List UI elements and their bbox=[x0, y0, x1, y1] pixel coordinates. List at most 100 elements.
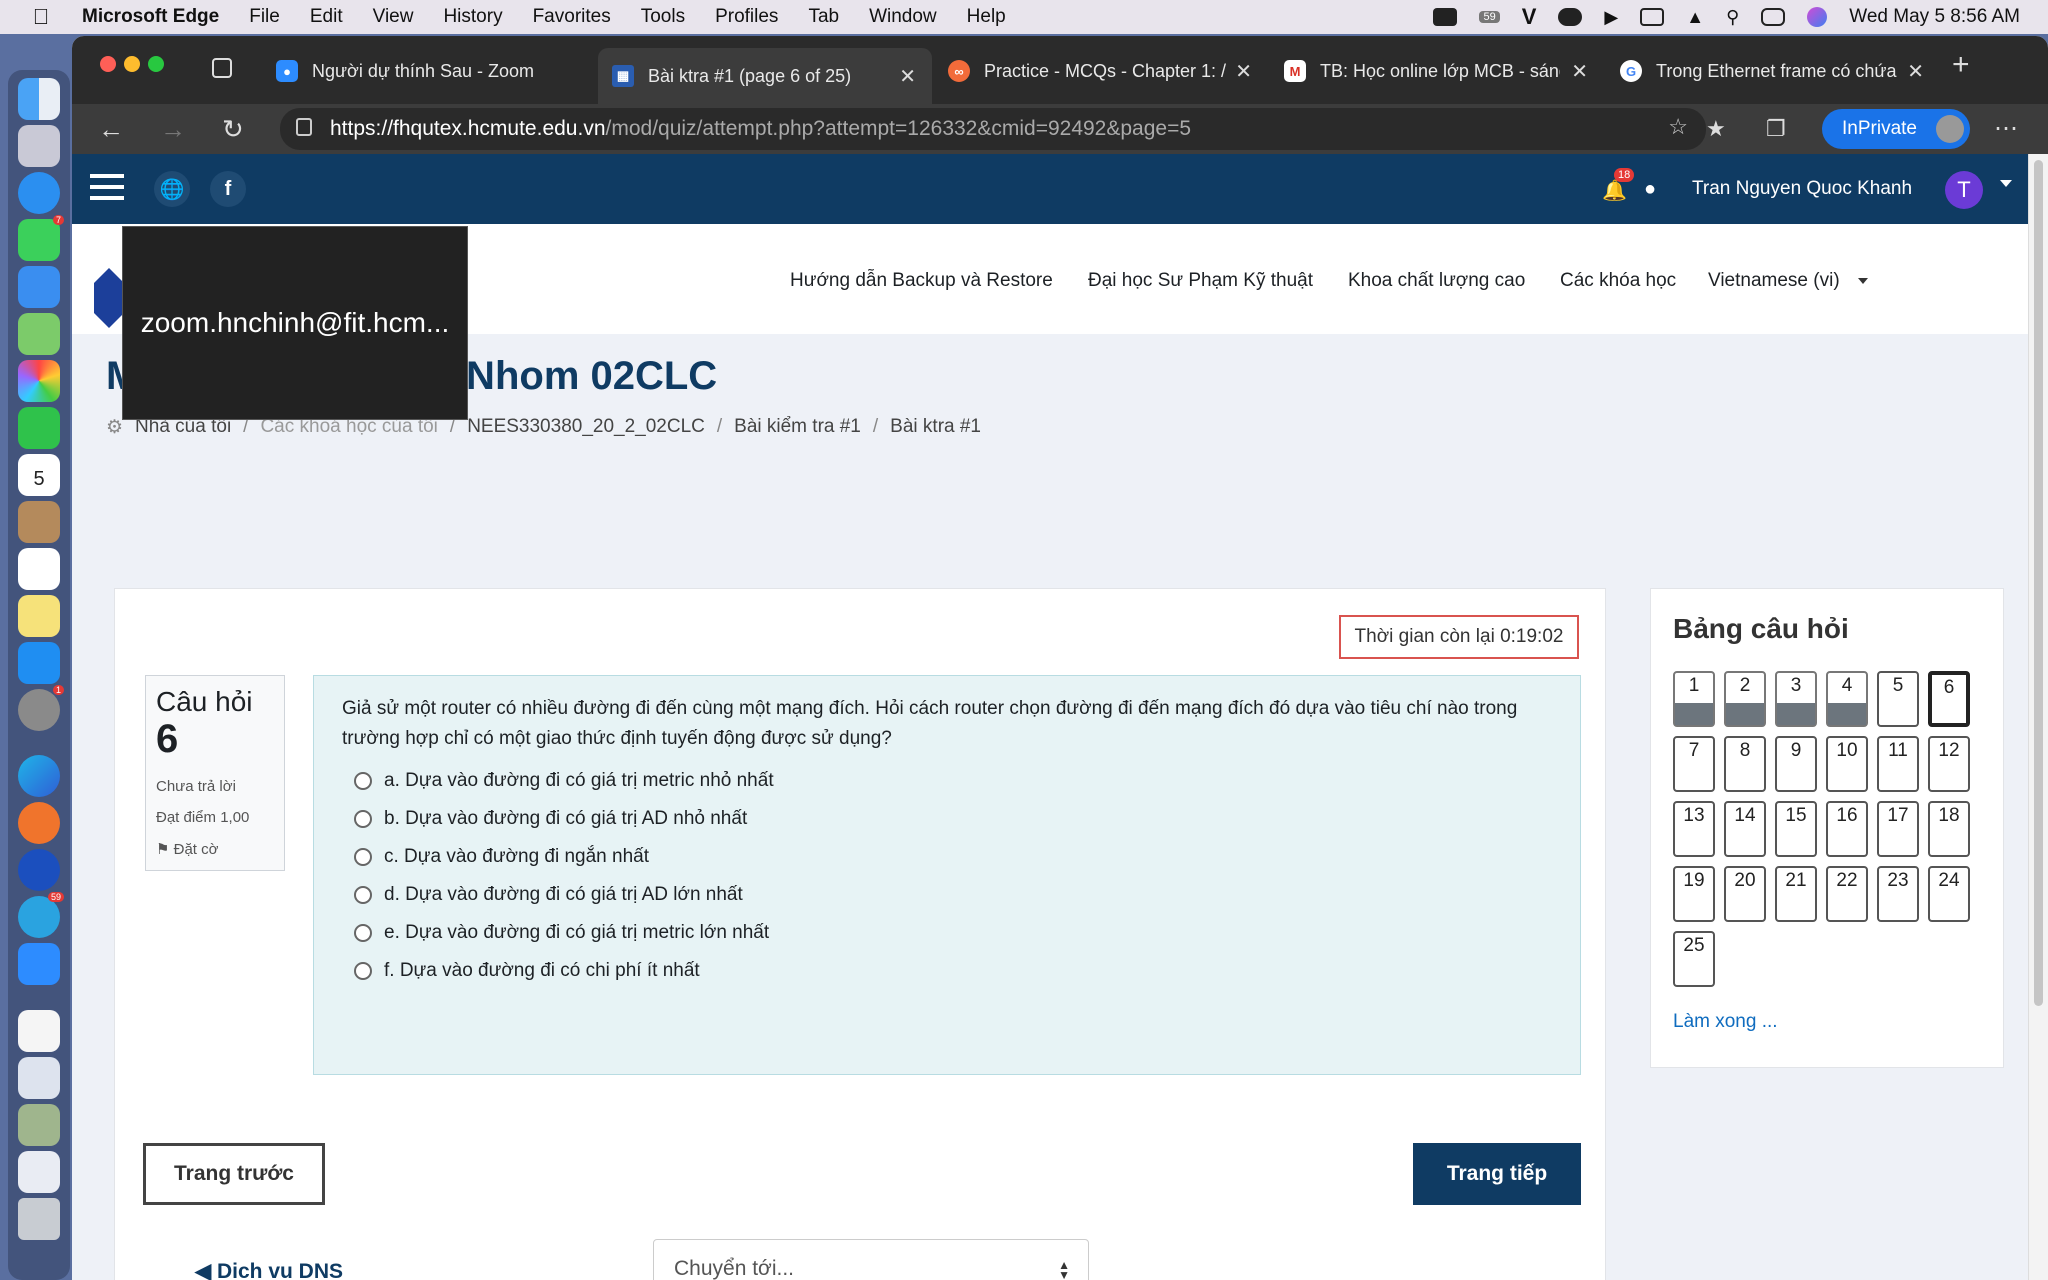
edge-icon[interactable] bbox=[18, 755, 60, 797]
previous-activity-link[interactable]: ◀ Dich vu DNS bbox=[195, 1259, 343, 1280]
mail-icon[interactable] bbox=[18, 266, 60, 308]
answer-option-d[interactable]: d. Dựa vào đường đi có giá trị AD lớn nh… bbox=[354, 884, 1552, 906]
messages-icon[interactable]: ● bbox=[1644, 178, 1656, 201]
menu-app-name[interactable]: Microsoft Edge bbox=[82, 6, 219, 28]
downloads-icon[interactable] bbox=[18, 1151, 60, 1193]
back-icon[interactable]: ← bbox=[98, 114, 124, 145]
maximize-window-button[interactable] bbox=[148, 56, 164, 72]
nav-university[interactable]: Đại học Sư Phạm Kỹ thuật bbox=[1088, 270, 1313, 292]
answer-option-b[interactable]: b. Dựa vào đường đi có giá trị AD nhỏ nh… bbox=[354, 808, 1552, 830]
wifi-icon[interactable]: ▲ bbox=[1686, 7, 1704, 28]
collections-icon[interactable]: ❐ bbox=[1766, 116, 1786, 142]
apple-menu-icon[interactable]:  bbox=[0, 4, 82, 30]
radio-c[interactable] bbox=[354, 848, 372, 866]
control-center-icon[interactable] bbox=[1761, 8, 1786, 26]
menu-tools[interactable]: Tools bbox=[641, 6, 685, 28]
menu-file[interactable]: File bbox=[249, 6, 280, 28]
question-nav-button[interactable]: 5 bbox=[1877, 671, 1919, 727]
new-tab-icon[interactable]: + bbox=[1952, 48, 1970, 82]
question-nav-button[interactable]: 25 bbox=[1673, 931, 1715, 987]
globe-icon[interactable]: 🌐 bbox=[154, 171, 190, 207]
question-nav-button[interactable]: 14 bbox=[1724, 801, 1766, 857]
answer-option-e[interactable]: e. Dựa vào đường đi có giá trị metric lớ… bbox=[354, 922, 1552, 944]
v-status-icon[interactable]: V bbox=[1522, 4, 1537, 30]
authenticator-icon[interactable] bbox=[18, 849, 60, 891]
question-nav-button[interactable]: 18 bbox=[1928, 801, 1970, 857]
battery-icon[interactable] bbox=[1640, 8, 1665, 26]
tab-google[interactable]: G Trong Ethernet frame có chứa ✕ bbox=[1606, 48, 1940, 94]
image-thumb-icon[interactable] bbox=[18, 1104, 60, 1146]
safari-icon[interactable] bbox=[18, 172, 60, 214]
zoom-app-icon[interactable] bbox=[18, 943, 60, 985]
messages-icon[interactable]: 7 bbox=[18, 215, 64, 261]
answer-option-f[interactable]: f. Dựa vào đường đi có chi phí ít nhất bbox=[354, 960, 1552, 982]
radio-e[interactable] bbox=[354, 924, 372, 942]
jump-to-select[interactable]: Chuyển tới... ▲ ▼ bbox=[653, 1239, 1089, 1280]
question-nav-button[interactable]: 8 bbox=[1724, 736, 1766, 792]
question-nav-button[interactable]: 2 bbox=[1724, 671, 1766, 727]
menu-edit[interactable]: Edit bbox=[310, 6, 343, 28]
launchpad-icon[interactable] bbox=[18, 125, 60, 167]
question-nav-button[interactable]: 9 bbox=[1775, 736, 1817, 792]
tab-quiz[interactable]: ▦ Bài ktra #1 (page 6 of 25) ✕ bbox=[598, 48, 932, 104]
question-nav-button[interactable]: 23 bbox=[1877, 866, 1919, 922]
question-nav-button[interactable]: 16 bbox=[1826, 801, 1868, 857]
play-icon[interactable]: ▶ bbox=[1604, 7, 1618, 28]
question-nav-button[interactable]: 1 bbox=[1673, 671, 1715, 727]
calendar-icon[interactable]: 5 bbox=[18, 454, 60, 496]
question-nav-button[interactable]: 13 bbox=[1673, 801, 1715, 857]
user-avatar[interactable]: T bbox=[1945, 171, 1983, 209]
question-nav-button[interactable]: 22 bbox=[1826, 866, 1868, 922]
menubar-clock[interactable]: Wed May 5 8:56 AM bbox=[1849, 6, 2020, 28]
question-nav-button[interactable]: 3 bbox=[1775, 671, 1817, 727]
question-nav-button[interactable]: 20 bbox=[1724, 866, 1766, 922]
url-bar[interactable]: https://fhqutex.hcmute.edu.vn/mod/quiz/a… bbox=[280, 108, 1706, 150]
answer-option-a[interactable]: a. Dựa vào đường đi có giá trị metric nh… bbox=[354, 770, 1552, 792]
reminders-icon[interactable] bbox=[18, 548, 60, 590]
app-store-icon[interactable] bbox=[18, 642, 60, 684]
tab-practice[interactable]: ∞ Practice - MCQs - Chapter 1: / ✕ bbox=[934, 48, 1268, 94]
question-nav-button[interactable]: 17 bbox=[1877, 801, 1919, 857]
reload-icon[interactable]: ↻ bbox=[222, 114, 244, 145]
question-nav-button[interactable]: 4 bbox=[1826, 671, 1868, 727]
contacts-icon[interactable] bbox=[18, 501, 60, 543]
menu-favorites[interactable]: Favorites bbox=[533, 6, 611, 28]
page-scrollbar[interactable] bbox=[2028, 154, 2048, 1280]
siri-icon[interactable] bbox=[1807, 7, 1828, 27]
breadcrumb-section[interactable]: Bài kiểm tra #1 bbox=[734, 416, 861, 439]
add-favorite-icon[interactable]: ☆ bbox=[1668, 114, 1688, 140]
menu-help[interactable]: Help bbox=[967, 6, 1006, 28]
zoom-video-overlay[interactable]: zoom.hnchinh@fit.hcm... bbox=[122, 226, 468, 420]
tab-actions-icon[interactable] bbox=[212, 58, 232, 78]
telegram-icon[interactable]: 59 bbox=[18, 892, 64, 938]
close-window-button[interactable] bbox=[100, 56, 116, 72]
nav-high-quality-faculty[interactable]: Khoa chất lượng cao bbox=[1348, 270, 1525, 292]
nav-backup-restore[interactable]: Hướng dẫn Backup và Restore bbox=[790, 270, 1053, 292]
question-nav-button[interactable]: 10 bbox=[1826, 736, 1868, 792]
menu-window[interactable]: Window bbox=[869, 6, 937, 28]
document-icon[interactable] bbox=[18, 1010, 60, 1052]
scrollbar-thumb[interactable] bbox=[2034, 160, 2043, 1006]
hamburger-menu-icon[interactable] bbox=[90, 174, 124, 178]
language-caret-icon[interactable] bbox=[1858, 278, 1868, 284]
question-nav-button[interactable]: 24 bbox=[1928, 866, 1970, 922]
system-preferences-icon[interactable]: 1 bbox=[18, 685, 64, 731]
site-logo[interactable] bbox=[94, 268, 124, 328]
forward-icon[interactable]: → bbox=[160, 114, 186, 145]
favorites-icon[interactable]: ★ bbox=[1706, 116, 1726, 142]
trash-icon[interactable] bbox=[18, 1198, 60, 1240]
radio-f[interactable] bbox=[354, 962, 372, 980]
tab-zoom[interactable]: ● Người dự thính Sau - Zoom ✕ bbox=[262, 48, 656, 94]
facetime-icon[interactable] bbox=[18, 407, 60, 449]
question-nav-button[interactable]: 7 bbox=[1673, 736, 1715, 792]
answer-option-c[interactable]: c. Dựa vào đường đi ngắn nhất bbox=[354, 846, 1552, 868]
breadcrumb-course[interactable]: NEES330380_20_2_02CLC bbox=[467, 416, 705, 439]
facebook-icon[interactable]: f bbox=[210, 171, 246, 207]
nav-courses[interactable]: Các khóa học bbox=[1560, 270, 1676, 292]
question-nav-button[interactable]: 12 bbox=[1928, 736, 1970, 792]
user-menu-caret-icon[interactable] bbox=[2000, 180, 2012, 187]
previous-page-button[interactable]: Trang trước bbox=[143, 1143, 325, 1205]
menu-tab[interactable]: Tab bbox=[808, 6, 839, 28]
radio-d[interactable] bbox=[354, 886, 372, 904]
screenshot-thumb-icon[interactable] bbox=[18, 1057, 60, 1099]
